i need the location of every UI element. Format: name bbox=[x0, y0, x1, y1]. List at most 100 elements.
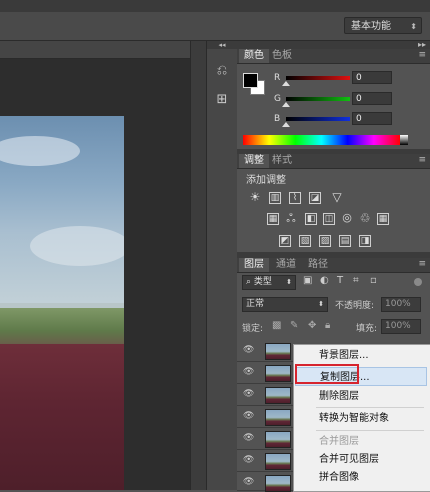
visibility-eye-icon[interactable]: 👁︎ bbox=[243, 477, 254, 487]
slider-track[interactable] bbox=[286, 97, 350, 101]
visibility-eye-icon[interactable]: 👁︎ bbox=[243, 411, 254, 421]
posterize-icon[interactable]: ▧ bbox=[299, 235, 311, 247]
filter-smart-icon[interactable]: ▫ bbox=[370, 275, 377, 286]
opacity-label: 不透明度: bbox=[335, 301, 375, 311]
visibility-eye-icon[interactable]: 👁︎ bbox=[243, 345, 254, 355]
menu-separator bbox=[316, 407, 424, 408]
layers-panel-tabs: 图层 通道 路径 ≡ bbox=[237, 258, 430, 273]
gradient-map-icon[interactable]: ▤ bbox=[339, 235, 351, 247]
workspace-select[interactable]: 基本功能 ⬍ bbox=[344, 17, 422, 34]
black-white-ramp[interactable] bbox=[400, 135, 408, 145]
panel-menu-icon[interactable]: ≡ bbox=[418, 50, 426, 60]
tab-adjustments[interactable]: 调整 bbox=[239, 154, 269, 168]
document-tab-strip bbox=[0, 41, 190, 59]
visibility-eye-icon[interactable]: 👁︎ bbox=[243, 367, 254, 377]
brightness-icon[interactable]: ☀ bbox=[249, 191, 261, 204]
slider-track[interactable] bbox=[286, 76, 350, 80]
tab-paths[interactable]: 路径 bbox=[303, 258, 333, 272]
levels-icon[interactable]: ▥ bbox=[269, 192, 281, 204]
chevron-updown-icon: ⬍ bbox=[318, 300, 324, 308]
expand-arrows-icon[interactable]: ▸▸ bbox=[418, 40, 426, 49]
triangle-icon[interactable]: ▽ bbox=[331, 191, 343, 204]
vibrance-icon[interactable]: ▦ bbox=[267, 213, 279, 225]
visibility-eye-icon[interactable]: 👁︎ bbox=[243, 433, 254, 443]
history-icon[interactable]: ⎌ bbox=[212, 61, 232, 81]
lock-transparency-icon[interactable]: ▩ bbox=[272, 320, 281, 331]
bw-icon[interactable]: ◫ bbox=[323, 213, 335, 225]
foreground-color-swatch[interactable] bbox=[243, 73, 258, 88]
tab-channels[interactable]: 通道 bbox=[271, 258, 301, 272]
add-adjustment-heading: 添加调整 bbox=[246, 175, 286, 186]
slider-thumb[interactable] bbox=[282, 81, 290, 86]
menu-item-convert-smart-object[interactable]: 转换为智能对象 bbox=[295, 409, 427, 428]
menu-item-background-layer[interactable]: 背景图层... bbox=[295, 346, 427, 365]
lock-move-icon[interactable]: ✥ bbox=[308, 320, 316, 331]
options-bar: 基本功能 ⬍ bbox=[0, 12, 430, 41]
visibility-eye-icon[interactable]: 👁︎ bbox=[243, 455, 254, 465]
layer-filter-select[interactable]: ⌕ 类型 ⬍ bbox=[242, 275, 296, 290]
opacity-field[interactable]: 100% bbox=[381, 297, 421, 312]
layer-thumbnail bbox=[265, 431, 291, 448]
threshold-icon[interactable]: ▨ bbox=[319, 235, 331, 247]
layer-filter-icons: ▣ ◐ T ⌗ ▫ bbox=[303, 275, 403, 289]
chevron-updown-icon: ⬍ bbox=[286, 278, 292, 286]
slider-label: B bbox=[274, 114, 281, 124]
hue-icon[interactable]: ஃ bbox=[285, 212, 297, 225]
fill-value: 100% bbox=[385, 321, 411, 331]
canvas-image[interactable] bbox=[0, 116, 124, 490]
properties-icon[interactable]: ⊞ bbox=[212, 90, 232, 110]
tab-styles[interactable]: 样式 bbox=[267, 154, 297, 168]
vertical-scrollbar[interactable] bbox=[190, 41, 207, 490]
layer-thumbnail bbox=[265, 387, 291, 404]
lock-all-icon[interactable]: 🔒︎ bbox=[325, 320, 330, 331]
curves-icon[interactable]: ⌇ bbox=[289, 192, 301, 204]
image-cloud bbox=[30, 226, 124, 266]
lock-paint-icon[interactable]: ✎ bbox=[290, 320, 298, 331]
slider-thumb[interactable] bbox=[282, 122, 290, 127]
layer-thumbnail bbox=[265, 475, 291, 492]
exposure-icon[interactable]: ◪ bbox=[309, 192, 321, 204]
menu-item-delete-layer[interactable]: 删除图层 bbox=[295, 387, 427, 406]
filter-adjustment-icon[interactable]: ◐ bbox=[320, 275, 329, 286]
filter-shape-icon[interactable]: ⌗ bbox=[353, 275, 359, 286]
blend-mode-select[interactable]: 正常 ⬍ bbox=[242, 297, 328, 312]
filter-type-icon[interactable]: T bbox=[337, 275, 343, 286]
menu-separator bbox=[316, 430, 424, 431]
slider-label: R bbox=[274, 73, 281, 83]
collapse-arrows-icon[interactable]: ◂◂ bbox=[207, 41, 237, 49]
photo-filter-icon[interactable]: ◎ bbox=[341, 212, 353, 225]
color-balance-icon[interactable]: ◧ bbox=[305, 213, 317, 225]
tab-color[interactable]: 颜色 bbox=[239, 49, 269, 63]
layer-thumbnail bbox=[265, 409, 291, 426]
tab-layers[interactable]: 图层 bbox=[239, 258, 269, 272]
lock-label: 锁定: bbox=[242, 324, 264, 334]
color-spectrum-bar[interactable] bbox=[243, 135, 400, 145]
adjustments-panel-tabs: 调整 样式 ≡ bbox=[237, 154, 430, 169]
red-value-field[interactable]: 0 bbox=[352, 71, 392, 84]
image-grass bbox=[0, 308, 124, 346]
chevron-updown-icon: ⬍ bbox=[410, 22, 417, 31]
fill-field[interactable]: 100% bbox=[381, 319, 421, 334]
panel-menu-icon[interactable]: ≡ bbox=[418, 259, 426, 269]
menu-item-flatten-image[interactable]: 拼合图像 bbox=[295, 468, 427, 487]
blend-mode-value: 正常 bbox=[246, 299, 265, 309]
highlight-callout-box bbox=[295, 364, 359, 384]
slider-track[interactable] bbox=[286, 117, 350, 121]
dock-header: ▸▸ bbox=[237, 40, 430, 49]
invert-icon[interactable]: ◩ bbox=[279, 235, 291, 247]
channel-mixer-icon[interactable]: ♲ bbox=[359, 212, 371, 225]
tab-swatches[interactable]: 色板 bbox=[267, 49, 297, 63]
blue-value-field[interactable]: 0 bbox=[352, 112, 392, 125]
lookup-icon[interactable]: ▦ bbox=[377, 213, 389, 225]
filter-type-label: 类型 bbox=[253, 277, 272, 287]
visibility-eye-icon[interactable]: 👁︎ bbox=[243, 389, 254, 399]
menu-item-merge-visible[interactable]: 合并可见图层 bbox=[295, 450, 427, 469]
green-value-field[interactable]: 0 bbox=[352, 92, 392, 105]
panel-menu-icon[interactable]: ≡ bbox=[418, 155, 426, 165]
filter-pixel-icon[interactable]: ▣ bbox=[303, 275, 312, 286]
selective-color-icon[interactable]: ◨ bbox=[359, 235, 371, 247]
slider-thumb[interactable] bbox=[282, 102, 290, 107]
menu-item-merge-layers: 合并图层 bbox=[319, 436, 359, 447]
opacity-value: 100% bbox=[385, 299, 411, 309]
filter-toggle[interactable] bbox=[414, 278, 422, 286]
